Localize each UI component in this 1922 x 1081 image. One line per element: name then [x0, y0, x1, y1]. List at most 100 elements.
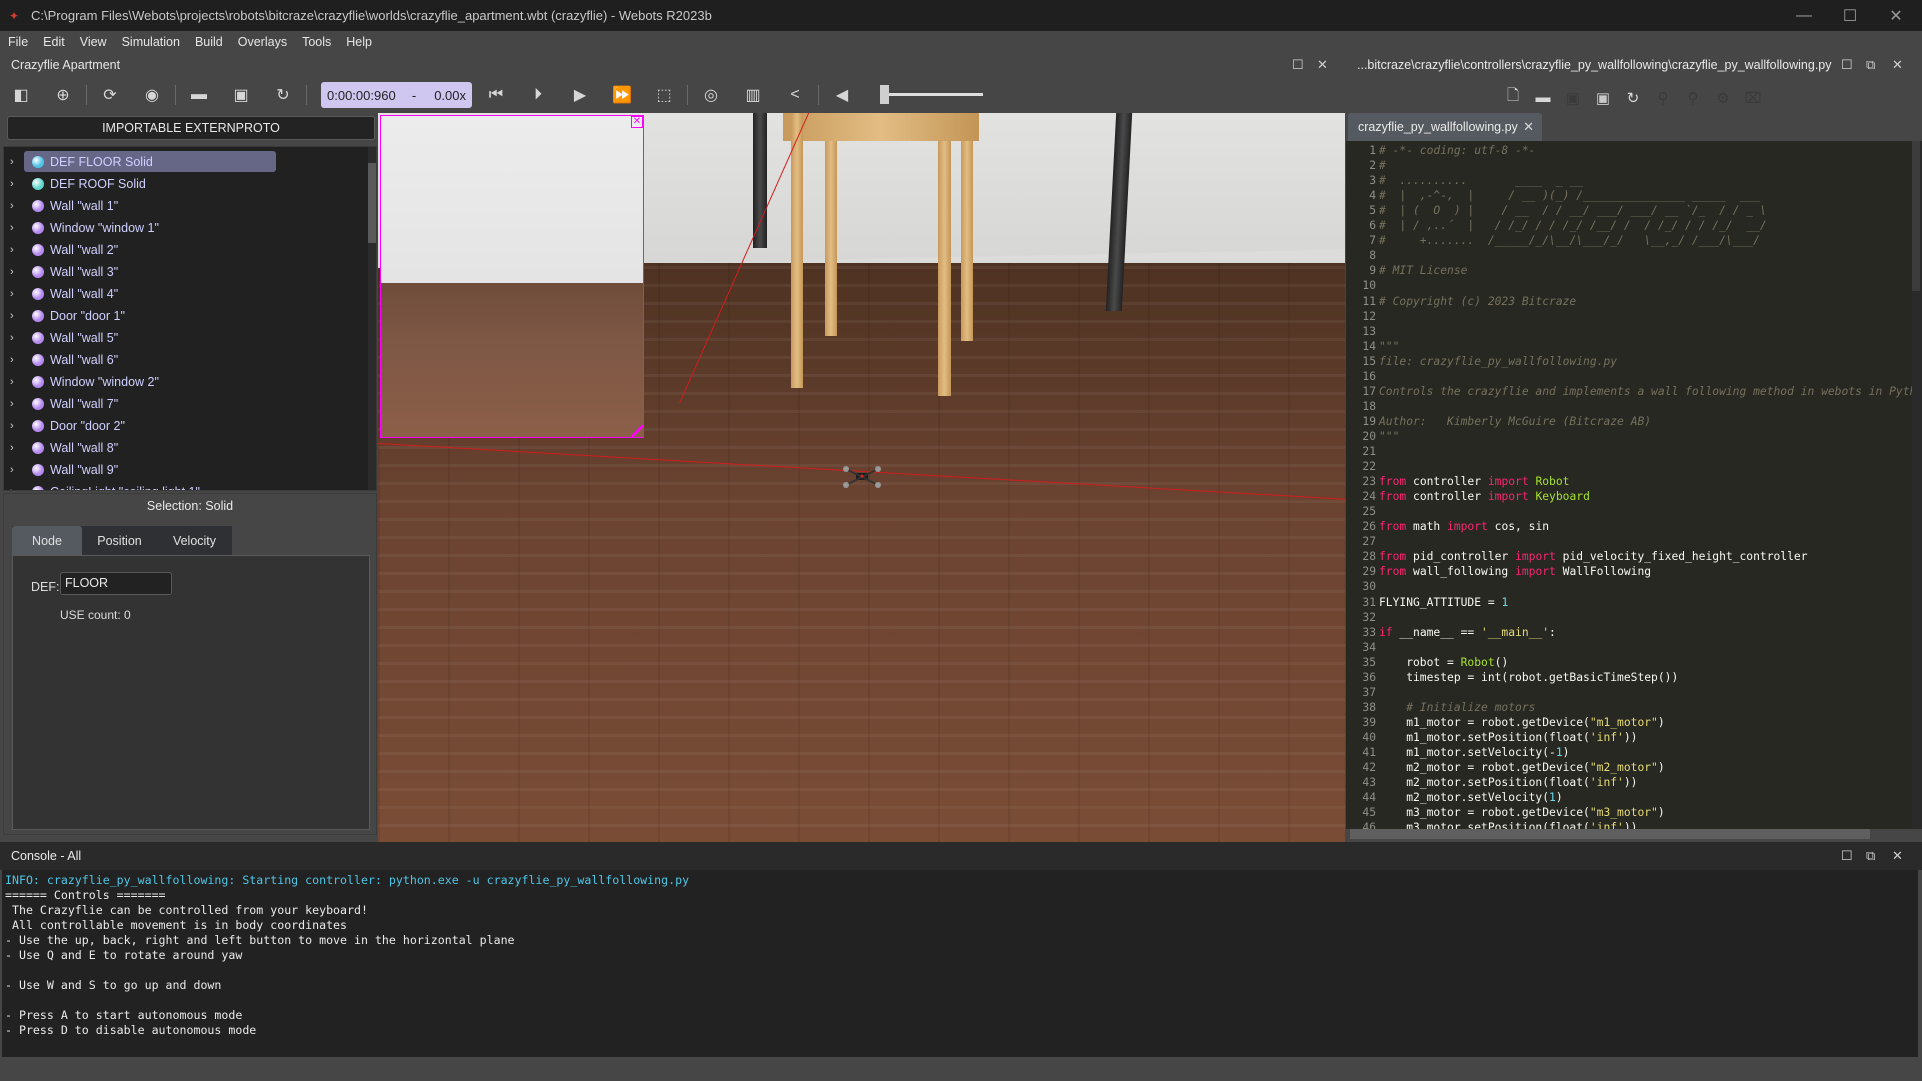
- save-as-icon[interactable]: ▣: [1588, 89, 1618, 107]
- console-close-button[interactable]: ✕: [1892, 849, 1903, 863]
- editor-horizontal-scrollbar[interactable]: [1350, 829, 1870, 839]
- reset-viewpoint-icon[interactable]: ⟳: [89, 81, 131, 109]
- expand-chevron-icon[interactable]: ›: [10, 288, 24, 300]
- scene-tree-item[interactable]: › Window "window 2": [4, 371, 376, 393]
- tab-position[interactable]: Position: [82, 526, 157, 556]
- expand-chevron-icon[interactable]: ›: [10, 354, 24, 366]
- editor-close-button[interactable]: ✕: [1892, 58, 1903, 72]
- scene-tree-item[interactable]: › Wall "wall 5": [4, 327, 376, 349]
- code-token: __name__ ==: [1392, 625, 1482, 639]
- scene-tree-item[interactable]: › Window "window 1": [4, 217, 376, 239]
- record-movie-icon[interactable]: ▥: [732, 81, 774, 109]
- importable-externproto-button[interactable]: IMPORTABLE EXTERNPROTO: [7, 116, 375, 140]
- console-maximize-button[interactable]: ☐: [1841, 849, 1853, 863]
- expand-chevron-icon[interactable]: ›: [10, 178, 24, 190]
- scene-tree-item[interactable]: › Wall "wall 7": [4, 393, 376, 415]
- camera-overlay[interactable]: ✕: [380, 115, 644, 438]
- rendering-icon[interactable]: ⬚: [643, 81, 685, 109]
- new-file-icon[interactable]: 🗋: [1498, 85, 1528, 110]
- step-icon[interactable]: ⏵: [517, 81, 559, 109]
- line-number: 31: [1362, 595, 1376, 609]
- expand-chevron-icon[interactable]: ›: [10, 156, 24, 168]
- screenshot-icon[interactable]: ◎: [690, 81, 732, 109]
- scene-tree-item[interactable]: › DEF ROOF Solid: [4, 173, 376, 195]
- tab-velocity[interactable]: Velocity: [157, 526, 232, 556]
- scene-tree-item[interactable]: › Wall "wall 2": [4, 239, 376, 261]
- scene-tree-item[interactable]: › DEF FLOOR Solid: [4, 151, 376, 173]
- scene-tree-item[interactable]: › Wall "wall 1": [4, 195, 376, 217]
- revert-icon[interactable]: ↻: [1618, 89, 1648, 107]
- crazyflie-drone[interactable]: [840, 463, 884, 491]
- overlay-close-icon[interactable]: ✕: [631, 116, 643, 128]
- scene-tree-item[interactable]: › Wall "wall 6": [4, 349, 376, 371]
- open-world-icon[interactable]: ▬: [178, 81, 220, 109]
- scene-tree-item[interactable]: › Wall "wall 8": [4, 437, 376, 459]
- save-icon[interactable]: ▣: [1558, 89, 1588, 107]
- share-icon[interactable]: <: [774, 81, 816, 109]
- 3d-view[interactable]: ✕: [378, 113, 1345, 842]
- menu-file[interactable]: File: [8, 35, 28, 49]
- code-editor[interactable]: 1 # -*- coding: utf-8 -*- 2 #3 # .......... …: [1346, 141, 1912, 829]
- console-float-button[interactable]: ⧉: [1866, 849, 1875, 863]
- def-input[interactable]: FLOOR: [60, 572, 172, 595]
- expand-chevron-icon[interactable]: ›: [10, 486, 24, 490]
- hide-scene-tree-icon[interactable]: ◧: [0, 81, 42, 109]
- code-token: # Copyright (c) 2023 Bitcraze: [1379, 294, 1577, 308]
- run-realtime-icon[interactable]: ▶: [559, 81, 601, 109]
- expand-chevron-icon[interactable]: ›: [10, 266, 24, 278]
- console-line: - Use W and S to go up and down: [5, 978, 222, 992]
- overlay-resize-handle[interactable]: [631, 425, 643, 437]
- scene-tree-item[interactable]: › Wall "wall 4": [4, 283, 376, 305]
- reset-simulation-icon[interactable]: ⏮: [475, 81, 517, 109]
- scene-tree-item[interactable]: › Wall "wall 9": [4, 459, 376, 481]
- console-output[interactable]: INFO: crazyflie_py_wallfollowing: Starti…: [2, 870, 1918, 1057]
- fast-forward-icon[interactable]: ⏩: [601, 81, 643, 109]
- menu-tools[interactable]: Tools: [302, 35, 331, 49]
- scene-tree-item[interactable]: › Wall "wall 3": [4, 261, 376, 283]
- maximize-button[interactable]: ☐: [1827, 0, 1873, 31]
- mute-icon[interactable]: ◀: [821, 81, 863, 109]
- menu-help[interactable]: Help: [346, 35, 372, 49]
- menu-edit[interactable]: Edit: [43, 35, 65, 49]
- compile-icon[interactable]: ⚙: [1708, 89, 1738, 107]
- expand-chevron-icon[interactable]: ›: [10, 222, 24, 234]
- close-window-button[interactable]: ✕: [1873, 0, 1919, 31]
- minimize-button[interactable]: —: [1781, 0, 1827, 31]
- open-file-icon[interactable]: ▬: [1528, 89, 1558, 106]
- scene-tree-item[interactable]: › Door "door 2": [4, 415, 376, 437]
- expand-chevron-icon[interactable]: ›: [10, 310, 24, 322]
- save-world-icon[interactable]: ▣: [220, 81, 262, 109]
- expand-chevron-icon[interactable]: ›: [10, 420, 24, 432]
- expand-chevron-icon[interactable]: ›: [10, 376, 24, 388]
- view-eye-icon[interactable]: ◉: [131, 81, 173, 109]
- code-token: file: crazyflie_py_wallfollowing.py: [1379, 354, 1618, 368]
- tab-node[interactable]: Node: [12, 526, 82, 556]
- menu-build[interactable]: Build: [195, 35, 223, 49]
- editor-float-button[interactable]: ⧉: [1866, 58, 1875, 72]
- volume-slider-handle[interactable]: [880, 85, 889, 104]
- expand-chevron-icon[interactable]: ›: [10, 464, 24, 476]
- editor-tab[interactable]: crazyflie_py_wallfollowing.py ✕: [1348, 113, 1542, 141]
- view3d-maximize-button[interactable]: ☐: [1292, 58, 1304, 72]
- add-node-icon[interactable]: ⊕: [42, 81, 84, 109]
- expand-chevron-icon[interactable]: ›: [10, 244, 24, 256]
- replace-icon[interactable]: ⚲: [1678, 89, 1708, 107]
- menu-simulation[interactable]: Simulation: [122, 35, 180, 49]
- editor-vertical-scrollbar-thumb[interactable]: [1912, 141, 1920, 291]
- expand-chevron-icon[interactable]: ›: [10, 332, 24, 344]
- expand-chevron-icon[interactable]: ›: [10, 398, 24, 410]
- find-icon[interactable]: ⚲: [1648, 89, 1678, 107]
- clean-icon[interactable]: ⌧: [1738, 89, 1768, 107]
- close-tab-icon[interactable]: ✕: [1523, 119, 1534, 135]
- volume-slider[interactable]: [886, 93, 983, 96]
- expand-chevron-icon[interactable]: ›: [10, 442, 24, 454]
- code-line: # Initialize motors: [1379, 701, 1535, 714]
- menu-overlays[interactable]: Overlays: [238, 35, 287, 49]
- editor-maximize-button[interactable]: ☐: [1841, 58, 1853, 72]
- menu-view[interactable]: View: [80, 35, 107, 49]
- reload-world-icon[interactable]: ↻: [262, 81, 304, 109]
- expand-chevron-icon[interactable]: ›: [10, 200, 24, 212]
- view3d-close-button[interactable]: ✕: [1317, 58, 1328, 72]
- scene-tree-item[interactable]: › Door "door 1": [4, 305, 376, 327]
- scene-tree-item[interactable]: › CeilingLight "ceiling light 1": [4, 481, 376, 490]
